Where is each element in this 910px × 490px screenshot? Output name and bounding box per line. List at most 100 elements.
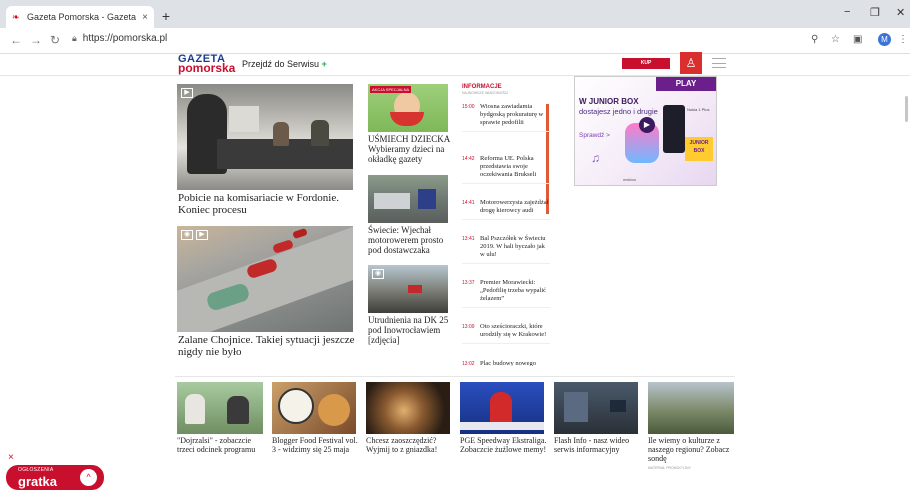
tab-close-icon[interactable]: × (142, 12, 148, 23)
info-item[interactable]: 14:42 Reforma UE. Polska przedstawia swo… (462, 155, 550, 184)
bottom-image-3[interactable] (366, 382, 450, 434)
plus-icon: + (321, 59, 327, 69)
ad-maker: mekton (623, 177, 637, 182)
bottom-image-4[interactable] (460, 382, 544, 434)
profile-avatar[interactable]: M (878, 33, 891, 46)
user-icon[interactable]: ♙ (680, 52, 702, 74)
featured-headline-1[interactable]: Pobicie na komisariacie w Fordonie. Koni… (178, 192, 358, 216)
new-tab-button[interactable]: + (158, 8, 174, 24)
ad-headline: W JUNIOR BOX (579, 97, 639, 106)
expand-icon[interactable]: ^ (80, 469, 97, 486)
url-field[interactable]: 🔒︎ https://pomorska.pl (72, 33, 167, 44)
info-time: 13:02 (462, 361, 475, 366)
play-icon: ▶ (196, 230, 208, 240)
site-logo[interactable]: GAZETA pomorska (178, 54, 235, 75)
url-text: https://pomorska.pl (82, 33, 168, 44)
page-scrollbar[interactable] (905, 96, 908, 122)
extension-icon[interactable]: ▣ (853, 34, 862, 45)
menu-dots-icon[interactable]: ⋮ (898, 34, 908, 45)
info-text: Oto sześcioraczki, które urodziły się w … (480, 323, 547, 338)
bottom-title-5: Flash Info - nasz wideo serwis informacy… (554, 436, 630, 454)
middle-headline-2[interactable]: Świecie: Wjechał motorowerem prosto pod … (368, 225, 454, 255)
featured-headline-2[interactable]: Zalane Chojnice. Takiej sytuacji jeszcze… (178, 334, 358, 358)
forward-icon[interactable]: → (30, 33, 42, 47)
ogloszenia-close-icon[interactable]: × (8, 452, 14, 463)
bottom-title-6: Ile wiemy o kulturze z naszego regionu? … (648, 436, 730, 463)
info-time: 14:42 (462, 156, 475, 162)
special-badge: AKCJA SPECJALNA (370, 86, 412, 93)
minimize-icon[interactable]: − (844, 6, 850, 18)
info-title: INFORMACJE (462, 84, 502, 90)
bottom-caption-2[interactable]: Blogger Food Festival vol. 3 - widzimy s… (272, 436, 362, 454)
bottom-caption-3[interactable]: Chcesz zaoszczędzić? Wyjmij to z gniazdk… (366, 436, 456, 454)
window-close-icon[interactable]: ✕ (896, 6, 905, 19)
bottom-caption-4[interactable]: PGE Speedway Ekstraliga. Zobaczcie żużlo… (460, 436, 550, 454)
video-badge: ▶ (181, 88, 193, 98)
bookmark-star-icon[interactable]: ☆ (831, 34, 840, 45)
address-bar: ← → ↻ 🔒︎ https://pomorska.pl ⚲ ☆ ▣ ⋮ (0, 28, 910, 54)
music-note-icon: ♫ (591, 151, 600, 165)
info-time: 13:09 (462, 324, 475, 330)
ogloszenia-widget[interactable]: OGŁOSZENIA gratka ^ (6, 465, 104, 490)
ad-text: dostajesz jedno i drugie (579, 107, 658, 116)
reload-icon[interactable]: ↻ (50, 33, 60, 47)
camera-icon: ◉ (181, 230, 193, 240)
featured-image-1[interactable]: ▶ (177, 84, 353, 190)
bottom-title-3: Chcesz zaoszczędzić? Wyjmij to z gniazdk… (366, 436, 438, 454)
middle-image-2[interactable] (368, 175, 448, 223)
bottom-caption-6[interactable]: Ile wiemy o kulturze z naszego regionu? … (648, 436, 738, 473)
middle-headline-1[interactable]: UŚMIECH DZIECKA Wybieramy dzieci na okła… (368, 134, 454, 164)
info-text: Motorowerzysta zajeżdżał drogę kierowcy … (480, 199, 549, 214)
info-item[interactable]: 13:09 Oto sześcioraczki, które urodziły … (462, 323, 550, 344)
ogloszenia-label: OGŁOSZENIA (18, 467, 54, 473)
subscribe-button[interactable]: KUP PRENUMERATĘ (622, 58, 670, 77)
ad-cta[interactable]: Sprawdź > (579, 132, 610, 139)
site-header (0, 54, 910, 76)
info-text: Bal Pszczółek w Świeciu 2019. W hali byc… (480, 235, 546, 258)
maximize-icon[interactable]: ❐ (870, 6, 880, 19)
info-item[interactable]: 13:02 Plac budowy nowego (462, 360, 550, 366)
info-time: 13:41 (462, 236, 475, 242)
bottom-caption-1[interactable]: "Dojrzalsi" - zobaczcie trzeci odcinek p… (177, 436, 267, 454)
bottom-caption-5[interactable]: Flash Info - nasz wideo serwis informacy… (554, 436, 644, 454)
promo-label: MATERIAŁ PROMOCYJNY (648, 466, 691, 470)
bottom-image-5[interactable] (554, 382, 638, 434)
przejdz-link[interactable]: Przejdź do Serwisu + (242, 59, 327, 69)
middle-headline-3[interactable]: Utrudnienia na DK 25 pod Inowrocławiem [… (368, 315, 454, 345)
info-item[interactable]: 13:41 Bal Pszczółek w Świeciu 2019. W ha… (462, 235, 550, 264)
media-badge-small: ◉ (372, 269, 384, 279)
bottom-title-2: Blogger Food Festival vol. 3 - widzimy s… (272, 436, 358, 454)
middle-image-3[interactable]: ◉ (368, 265, 448, 313)
przejdz-label: Przejdź do Serwisu (242, 59, 320, 69)
ad-banner[interactable]: PLAY W JUNIOR BOX dostajesz jedno i drug… (574, 76, 717, 186)
ad-box: JUNIOR BOX (685, 137, 713, 161)
bottom-separator (175, 376, 735, 377)
info-item[interactable]: 14:41 Motorowerzysta zajeżdżał drogę kie… (462, 199, 550, 220)
phone-image (663, 105, 685, 153)
back-icon[interactable]: ← (10, 33, 22, 47)
gratka-logo: gratka (18, 474, 58, 489)
bottom-image-6[interactable] (648, 382, 734, 434)
tab-title: Gazeta Pomorska - Gazeta Pomo (27, 12, 138, 22)
favicon-icon: ❧ (12, 12, 20, 22)
info-text: Premier Morawiecki: „Pedofilię trzeba wy… (480, 279, 547, 302)
middle-image-1[interactable]: AKCJA SPECJALNA (368, 84, 448, 132)
featured-image-2[interactable]: ◉ ▶ (177, 226, 353, 332)
media-badge: ◉ ▶ (181, 230, 208, 240)
hamburger-menu-icon[interactable] (712, 58, 726, 68)
play-icon: ▶ (181, 88, 193, 98)
lock-icon: 🔒︎ (72, 33, 77, 43)
ad-brand-top: PLAY (656, 77, 716, 91)
browser-tab[interactable]: ❧ Gazeta Pomorska - Gazeta Pomo × (6, 6, 154, 28)
bottom-image-1[interactable] (177, 382, 263, 434)
bottom-image-2[interactable] (272, 382, 356, 434)
browser-tabbar: ❧ Gazeta Pomorska - Gazeta Pomo × + − ❐ … (0, 0, 910, 28)
ad-play-icon[interactable]: ▶ (639, 117, 655, 133)
info-time: 14:41 (462, 200, 475, 206)
info-item[interactable]: 13:37 Premier Morawiecki: „Pedofilię trz… (462, 279, 550, 308)
info-item[interactable]: 15:00 Wiosna zawiadamia bydgoską prokura… (462, 103, 550, 132)
zoom-icon[interactable]: ⚲ (811, 34, 818, 45)
info-text: Wiosna zawiadamia bydgoską prokuraturę w… (480, 103, 544, 126)
info-time: 13:37 (462, 280, 475, 286)
camera-icon: ◉ (372, 269, 384, 279)
